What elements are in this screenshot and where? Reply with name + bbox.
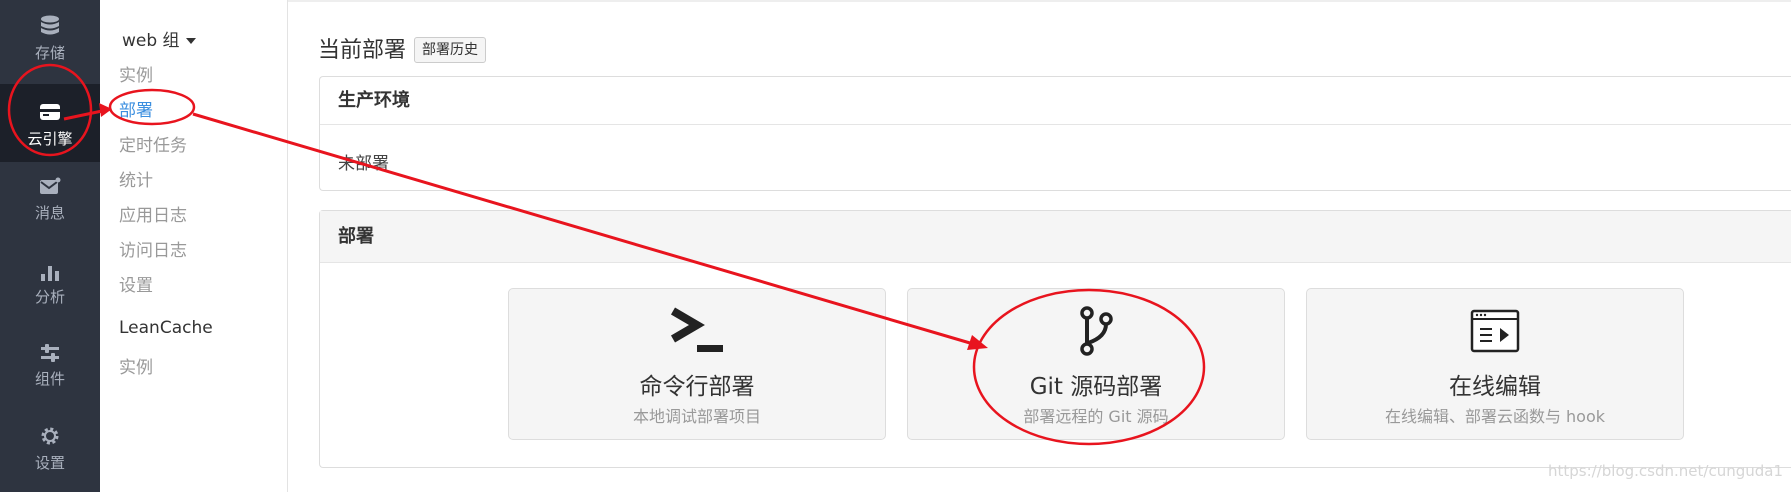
caret-down-icon: [185, 38, 196, 44]
cli-deploy-desc: 本地调试部署项目: [632, 407, 761, 426]
rail-item-components[interactable]: 组件: [0, 328, 100, 406]
sliders-icon: [41, 344, 59, 362]
rail-item-cloud-engine[interactable]: 云引擎: [0, 84, 100, 162]
app-root: 存储 云引擎 消息 分析 组件 设置 web 组 实例 部署 定时任务 统计 应…: [0, 0, 1791, 492]
engine-card-icon: [40, 104, 60, 120]
rail-item-settings[interactable]: 设置: [0, 414, 100, 492]
subnav-item-app-logs[interactable]: 应用日志: [119, 201, 187, 226]
rail-label-storage: 存储: [34, 44, 65, 62]
rail-label-analytics: 分析: [34, 288, 65, 306]
secondary-nav: web 组 实例 部署 定时任务 统计 应用日志 访问日志 设置 LeanCac…: [100, 0, 288, 492]
git-deploy-desc: 部署远程的 Git 源码: [1023, 407, 1169, 426]
subnav-item-settings[interactable]: 设置: [119, 271, 153, 296]
primary-rail: 存储 云引擎 消息 分析 组件 设置: [0, 0, 100, 492]
rail-label-settings: 设置: [34, 454, 65, 472]
production-panel: 生产环境 未部署: [319, 76, 1791, 191]
rail-item-storage[interactable]: 存储: [0, 0, 100, 78]
online-edit-card[interactable]: 在线编辑 在线编辑、部署云函数与 hook: [1306, 288, 1684, 440]
subnav-item-access-logs[interactable]: 访问日志: [119, 236, 187, 261]
subnav-item-instances[interactable]: 实例: [119, 61, 153, 86]
rail-item-messages[interactable]: 消息: [0, 162, 100, 240]
deploy-panel-title: 部署: [320, 211, 1791, 263]
subnav-item-leancache-instances[interactable]: 实例: [119, 353, 153, 378]
message-icon: [40, 177, 61, 194]
subnav-item-deploy[interactable]: 部署: [119, 96, 153, 121]
production-panel-title: 生产环境: [320, 77, 1791, 125]
rail-item-analytics[interactable]: 分析: [0, 246, 100, 324]
subnav-item-cron[interactable]: 定时任务: [119, 131, 187, 156]
online-edit-title: 在线编辑: [1449, 374, 1541, 400]
git-deploy-title: Git 源码部署: [1029, 374, 1163, 400]
cli-deploy-card[interactable]: 命令行部署 本地调试部署项目: [508, 288, 886, 440]
group-dropdown[interactable]: web 组: [122, 26, 196, 51]
database-icon: [41, 15, 59, 35]
rail-label-components: 组件: [34, 370, 65, 388]
production-status: 未部署: [338, 154, 389, 174]
git-branch-icon: [1080, 306, 1113, 356]
page-title: 当前部署: [318, 38, 407, 63]
subnav-item-stats[interactable]: 统计: [119, 166, 153, 191]
main-content: 当前部署 部署历史 生产环境 未部署 部署 命令行部署 本地调试部署项目 Git…: [288, 0, 1791, 492]
git-deploy-card[interactable]: Git 源码部署 部署远程的 Git 源码: [907, 288, 1285, 440]
rail-label-cloud-engine: 云引擎: [27, 130, 73, 148]
rail-label-messages: 消息: [34, 204, 65, 222]
terminal-prompt-icon: [670, 307, 723, 352]
gear-icon: [41, 427, 59, 445]
group-dropdown-label: web 组: [122, 31, 180, 51]
online-editor-icon: [1470, 309, 1520, 353]
leancache-heading: LeanCache: [119, 318, 213, 338]
bar-chart-icon: [41, 266, 59, 281]
online-edit-desc: 在线编辑、部署云函数与 hook: [1384, 407, 1606, 426]
watermark: https://blog.csdn.net/cunguda1: [1548, 462, 1783, 480]
deploy-history-button[interactable]: 部署历史: [414, 37, 486, 63]
cli-deploy-title: 命令行部署: [639, 374, 755, 400]
